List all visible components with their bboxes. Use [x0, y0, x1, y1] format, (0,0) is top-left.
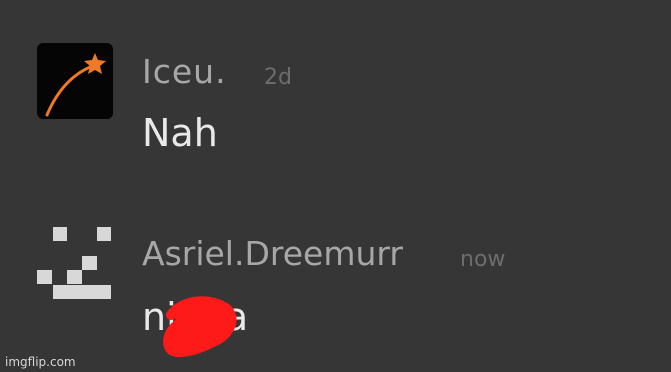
message-text: Nah — [142, 111, 218, 155]
timestamp: now — [460, 247, 506, 272]
username[interactable]: Asriel.Dreemurr — [142, 237, 403, 270]
watermark: imgflip.com — [5, 355, 76, 369]
username[interactable]: Iceu. — [142, 55, 227, 88]
pixel-face-icon[interactable] — [37, 223, 113, 299]
timestamp: 2d — [264, 65, 292, 90]
comet-star-icon[interactable] — [37, 43, 113, 119]
chat-message: Iceu. 2d Nah — [0, 0, 671, 180]
redaction-scribble — [163, 296, 237, 357]
chat-message: Asriel.Dreemurr now nigga — [0, 180, 671, 372]
